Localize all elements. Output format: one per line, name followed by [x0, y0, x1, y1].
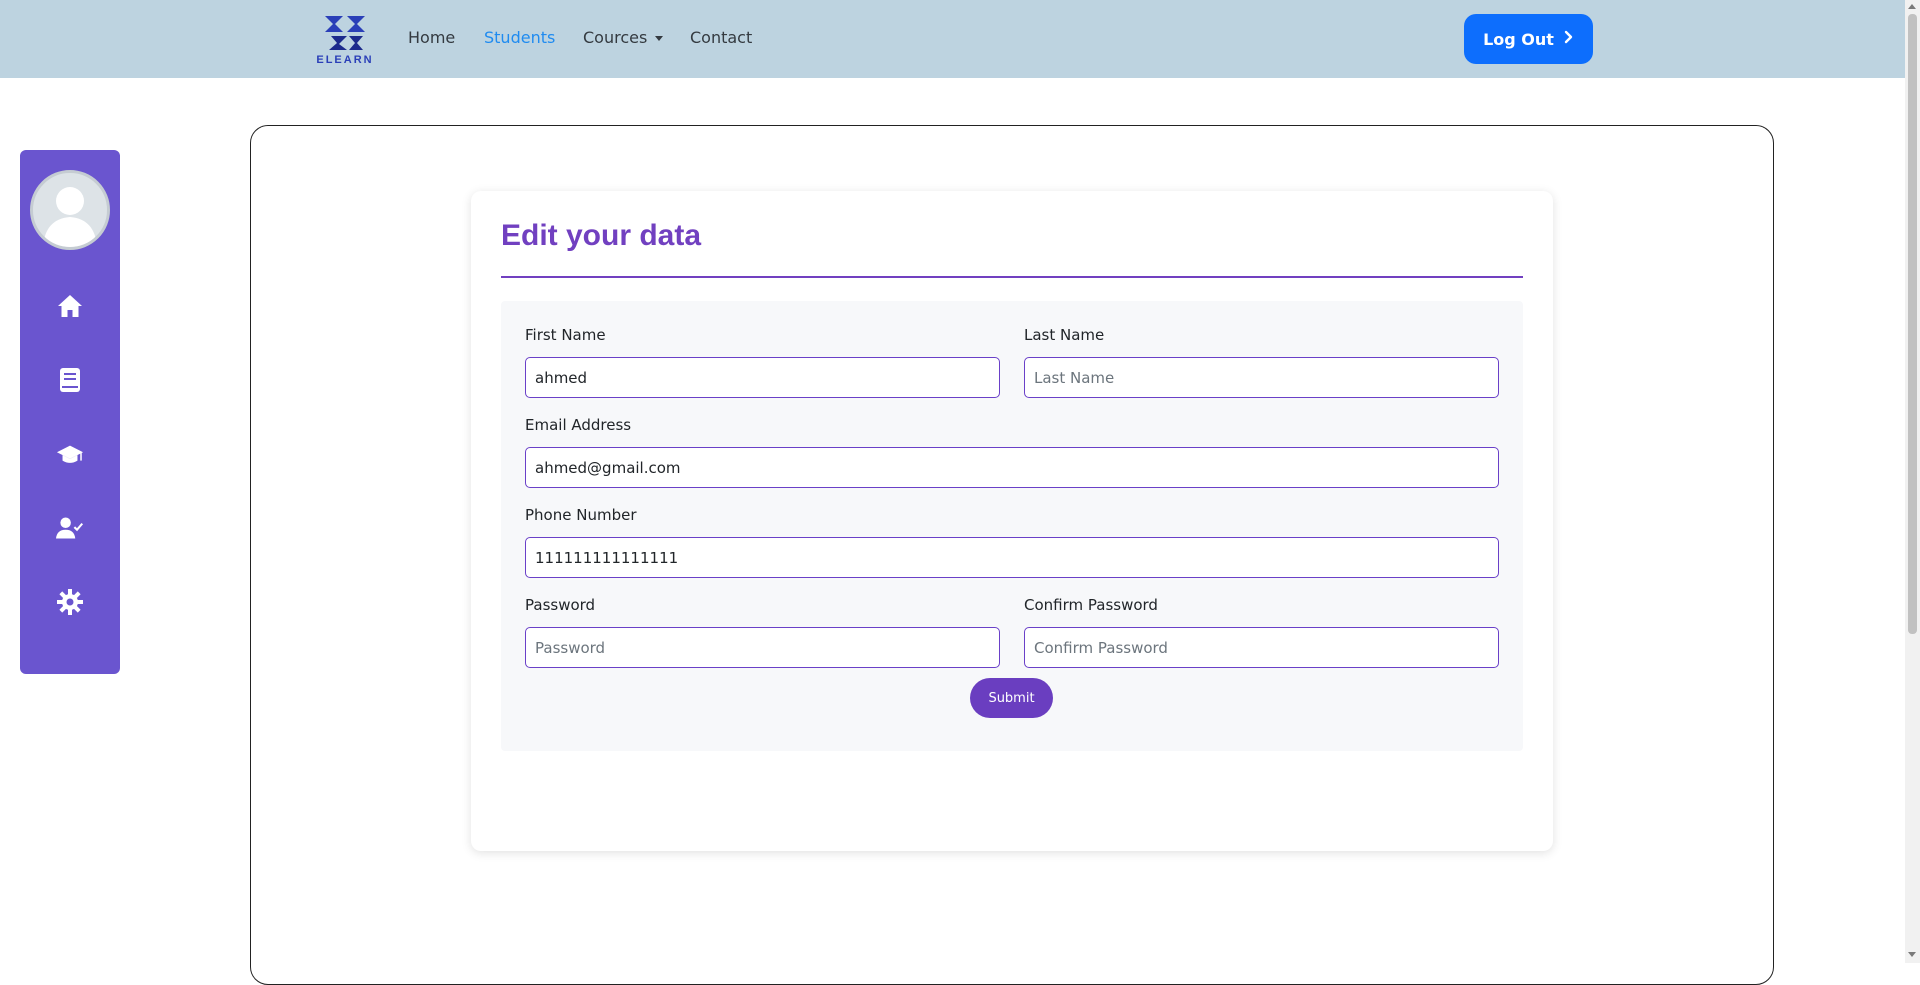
email-label: Email Address	[525, 416, 632, 434]
submit-button[interactable]: Submit	[970, 678, 1053, 718]
elearn-logo[interactable]: ELEARN	[313, 14, 377, 68]
edit-data-card: Edit your data First Name Last Name Emai…	[471, 191, 1553, 851]
book-icon[interactable]	[56, 366, 84, 394]
edit-form: First Name Last Name Email Address Phone…	[501, 301, 1523, 751]
home-icon[interactable]	[56, 292, 84, 320]
page-title: Edit your data	[501, 219, 702, 252]
first-name-label: First Name	[525, 326, 606, 344]
phone-label: Phone Number	[525, 506, 637, 524]
avatar[interactable]	[30, 170, 110, 250]
confirm-password-label: Confirm Password	[1024, 596, 1158, 614]
gear-icon[interactable]	[56, 588, 84, 616]
user-check-icon[interactable]	[56, 514, 84, 542]
password-label: Password	[525, 596, 596, 614]
nav-link-students[interactable]: Students	[484, 28, 555, 47]
graduation-cap-icon[interactable]	[56, 441, 84, 469]
caret-down-icon	[655, 36, 664, 41]
nav-link-home[interactable]: Home	[408, 28, 455, 47]
nav-link-contact[interactable]: Contact	[690, 28, 752, 47]
confirm-password-field[interactable]	[1024, 627, 1499, 668]
last-name-field[interactable]	[1024, 357, 1499, 398]
chevron-right-icon	[1564, 30, 1574, 48]
scroll-thumb[interactable]	[1908, 14, 1917, 634]
last-name-label: Last Name	[1024, 326, 1105, 344]
logout-button[interactable]: Log Out	[1464, 14, 1593, 64]
password-field[interactable]	[525, 627, 1000, 668]
logo-text: ELEARN	[316, 54, 374, 66]
scroll-up-arrow-icon[interactable]	[1908, 4, 1916, 9]
title-divider	[501, 276, 1523, 278]
nav-dropdown-cources[interactable]: Cources	[583, 28, 664, 47]
first-name-field[interactable]	[525, 357, 1000, 398]
sidebar	[20, 150, 120, 674]
phone-field[interactable]	[525, 537, 1499, 578]
top-navbar: ELEARN Home Students Cources Contact Log…	[0, 0, 1905, 78]
email-field[interactable]	[525, 447, 1499, 488]
logout-label: Log Out	[1483, 29, 1554, 49]
scroll-down-arrow-icon[interactable]	[1908, 952, 1916, 957]
page-scrollbar[interactable]	[1905, 0, 1920, 963]
user-silhouette-icon	[43, 187, 97, 247]
nav-dropdown-label: Cources	[583, 28, 648, 47]
logo-icon	[325, 16, 365, 50]
